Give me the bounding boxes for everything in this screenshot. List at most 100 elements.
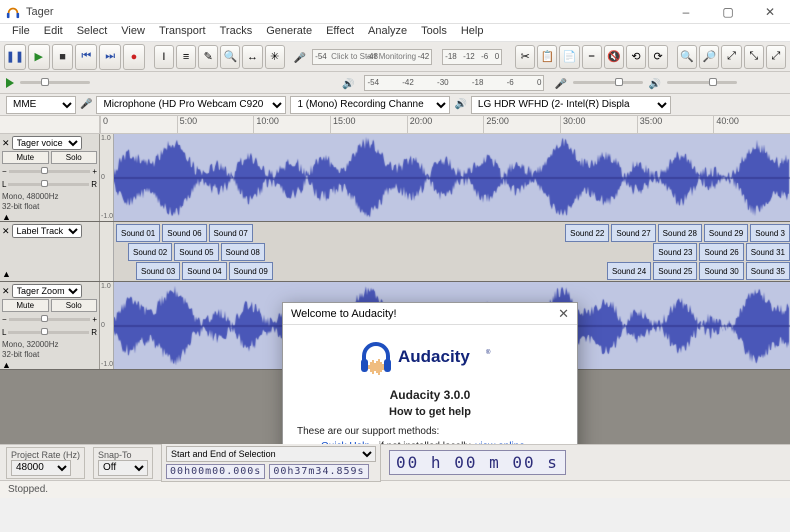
playback-meter[interactable]: -54 -42 -30 -18 -6 0 <box>364 75 544 91</box>
menu-effect[interactable]: Effect <box>320 24 360 41</box>
recording-device-select[interactable]: Microphone (HD Pro Webcam C920 <box>96 96 286 114</box>
label-item[interactable]: Sound 05 <box>174 243 218 261</box>
track-panel-1[interactable]: ✕ Tager voice Mute Solo −+ LR Mono, 4800… <box>0 134 100 221</box>
track-waveform-1[interactable]: 1.00-1.0 <box>100 134 790 221</box>
menu-generate[interactable]: Generate <box>260 24 318 41</box>
audio-position-display[interactable]: 00 h 00 m 00 s <box>389 450 566 475</box>
track-close-icon[interactable]: ✕ <box>2 286 10 297</box>
solo-button-3[interactable]: Solo <box>51 299 98 312</box>
track-collapse-1[interactable]: ▲ <box>2 212 97 222</box>
record-meter[interactable]: -54 -48 -42 Click to Start Monitoring <box>312 49 432 65</box>
multi-tool[interactable]: ✳ <box>265 45 285 69</box>
playback-speed-slider[interactable] <box>20 81 90 84</box>
gain-slider-1[interactable] <box>9 170 91 173</box>
undo-button[interactable]: ⟲ <box>626 45 646 69</box>
win-minimize[interactable]: – <box>672 5 700 19</box>
selection-start-field[interactable]: 00h00m00.000s <box>166 464 265 479</box>
label-item[interactable]: Sound 26 <box>699 243 743 261</box>
label-item[interactable]: Sound 25 <box>653 262 697 280</box>
play-button[interactable]: ▶ <box>28 44 50 70</box>
skip-start-button[interactable]: ⏮ <box>75 44 97 70</box>
selection-end-field[interactable]: 00h37m34.859s <box>269 464 368 479</box>
trim-button[interactable]: ⎯ <box>582 45 602 69</box>
zoom-in-button[interactable]: 🔍 <box>677 45 697 69</box>
label-item[interactable]: Sound 08 <box>221 243 265 261</box>
timeline-ruler[interactable]: 0 5:00 10:00 15:00 20:00 25:00 30:00 35:… <box>0 116 790 134</box>
audio-host-select[interactable]: MME <box>6 96 76 114</box>
pan-slider-3[interactable] <box>8 331 89 334</box>
track-name-select-1[interactable]: Tager voice <box>12 136 82 150</box>
label-item[interactable]: Sound 02 <box>128 243 172 261</box>
track-collapse-2[interactable]: ▲ <box>2 269 97 279</box>
track-panel-3[interactable]: ✕ Tager Zoom Mute Solo −+ LR Mono, 32000… <box>0 282 100 369</box>
win-maximize[interactable]: ▢ <box>714 5 742 19</box>
label-track-content[interactable]: Sound 01 Sound 06 Sound 07 Sound 22 Soun… <box>100 222 790 281</box>
label-item[interactable]: Sound 06 <box>162 224 206 242</box>
label-item[interactable]: Sound 24 <box>607 262 651 280</box>
zoom-toggle-button[interactable]: ⤢ <box>766 45 786 69</box>
record-button[interactable]: ● <box>123 44 145 70</box>
silence-button[interactable]: 🔇 <box>604 45 624 69</box>
label-item[interactable]: Sound 23 <box>653 243 697 261</box>
menu-analyze[interactable]: Analyze <box>362 24 413 41</box>
redo-button[interactable]: ⟳ <box>648 45 668 69</box>
dialog-titlebar[interactable]: Welcome to Audacity! ✕ <box>283 303 577 325</box>
record-volume-slider[interactable] <box>573 81 643 84</box>
menu-tools[interactable]: Tools <box>415 24 453 41</box>
quickhelp-online-link[interactable]: view online <box>475 441 524 444</box>
record-meter-2[interactable]: -18 -12 -6 0 <box>442 49 502 65</box>
draw-tool[interactable]: ✎ <box>198 45 218 69</box>
skip-end-button[interactable]: ⏭ <box>99 44 121 70</box>
label-item[interactable]: Sound 04 <box>182 262 226 280</box>
cut-button[interactable]: ✂ <box>515 45 535 69</box>
label-item[interactable]: Sound 09 <box>229 262 273 280</box>
mute-button-3[interactable]: Mute <box>2 299 49 312</box>
playback-device-select[interactable]: LG HDR WFHD (2- Intel(R) Displa <box>471 96 671 114</box>
snap-to-select[interactable]: Off <box>98 460 148 476</box>
track-close-icon[interactable]: ✕ <box>2 226 10 237</box>
quickhelp-link[interactable]: Quick Help <box>321 441 370 444</box>
selection-tool[interactable]: I <box>154 45 174 69</box>
stop-button[interactable]: ■ <box>52 44 74 70</box>
label-item[interactable]: Sound 35 <box>746 262 790 280</box>
fit-selection-button[interactable]: ⤢ <box>721 45 741 69</box>
mute-button-1[interactable]: Mute <box>2 151 49 164</box>
fit-project-button[interactable]: ⤡ <box>744 45 764 69</box>
paste-button[interactable]: 📄 <box>559 45 579 69</box>
menu-view[interactable]: View <box>115 24 151 41</box>
solo-button-1[interactable]: Solo <box>51 151 98 164</box>
track-close-icon[interactable]: ✕ <box>2 138 10 149</box>
label-item[interactable]: Sound 01 <box>116 224 160 242</box>
timeshift-tool[interactable]: ↔ <box>242 45 262 69</box>
track-panel-2[interactable]: ✕ Label Track ▲ <box>0 222 100 281</box>
label-item[interactable]: Sound 07 <box>209 224 253 242</box>
label-item[interactable]: Sound 22 <box>565 224 609 242</box>
menu-edit[interactable]: Edit <box>38 24 69 41</box>
gain-slider-3[interactable] <box>9 318 91 321</box>
track-name-select-2[interactable]: Label Track <box>12 224 82 238</box>
pause-button[interactable]: ❚❚ <box>4 44 26 70</box>
label-item[interactable]: Sound 03 <box>136 262 180 280</box>
menu-help[interactable]: Help <box>455 24 490 41</box>
copy-button[interactable]: 📋 <box>537 45 557 69</box>
menu-select[interactable]: Select <box>71 24 114 41</box>
zoom-out-button[interactable]: 🔎 <box>699 45 719 69</box>
selection-mode-select[interactable]: Start and End of Selection <box>166 446 376 462</box>
menu-transport[interactable]: Transport <box>153 24 212 41</box>
label-item[interactable]: Sound 28 <box>658 224 702 242</box>
win-close[interactable]: ✕ <box>756 5 784 19</box>
track-name-select-3[interactable]: Tager Zoom <box>12 284 82 298</box>
label-item[interactable]: Sound 29 <box>704 224 748 242</box>
dialog-close-button[interactable]: ✕ <box>558 306 569 322</box>
project-rate-select[interactable]: 48000 <box>11 460 71 476</box>
label-item[interactable]: Sound 27 <box>611 224 655 242</box>
label-item[interactable]: Sound 3 <box>750 224 790 242</box>
menu-tracks[interactable]: Tracks <box>214 24 259 41</box>
menu-file[interactable]: File <box>6 24 36 41</box>
envelope-tool[interactable]: ≡ <box>176 45 196 69</box>
recording-channels-select[interactable]: 1 (Mono) Recording Channe <box>290 96 450 114</box>
label-item[interactable]: Sound 31 <box>746 243 790 261</box>
label-item[interactable]: Sound 30 <box>699 262 743 280</box>
play-at-speed-icon[interactable] <box>6 78 14 88</box>
track-collapse-3[interactable]: ▲ <box>2 360 97 370</box>
